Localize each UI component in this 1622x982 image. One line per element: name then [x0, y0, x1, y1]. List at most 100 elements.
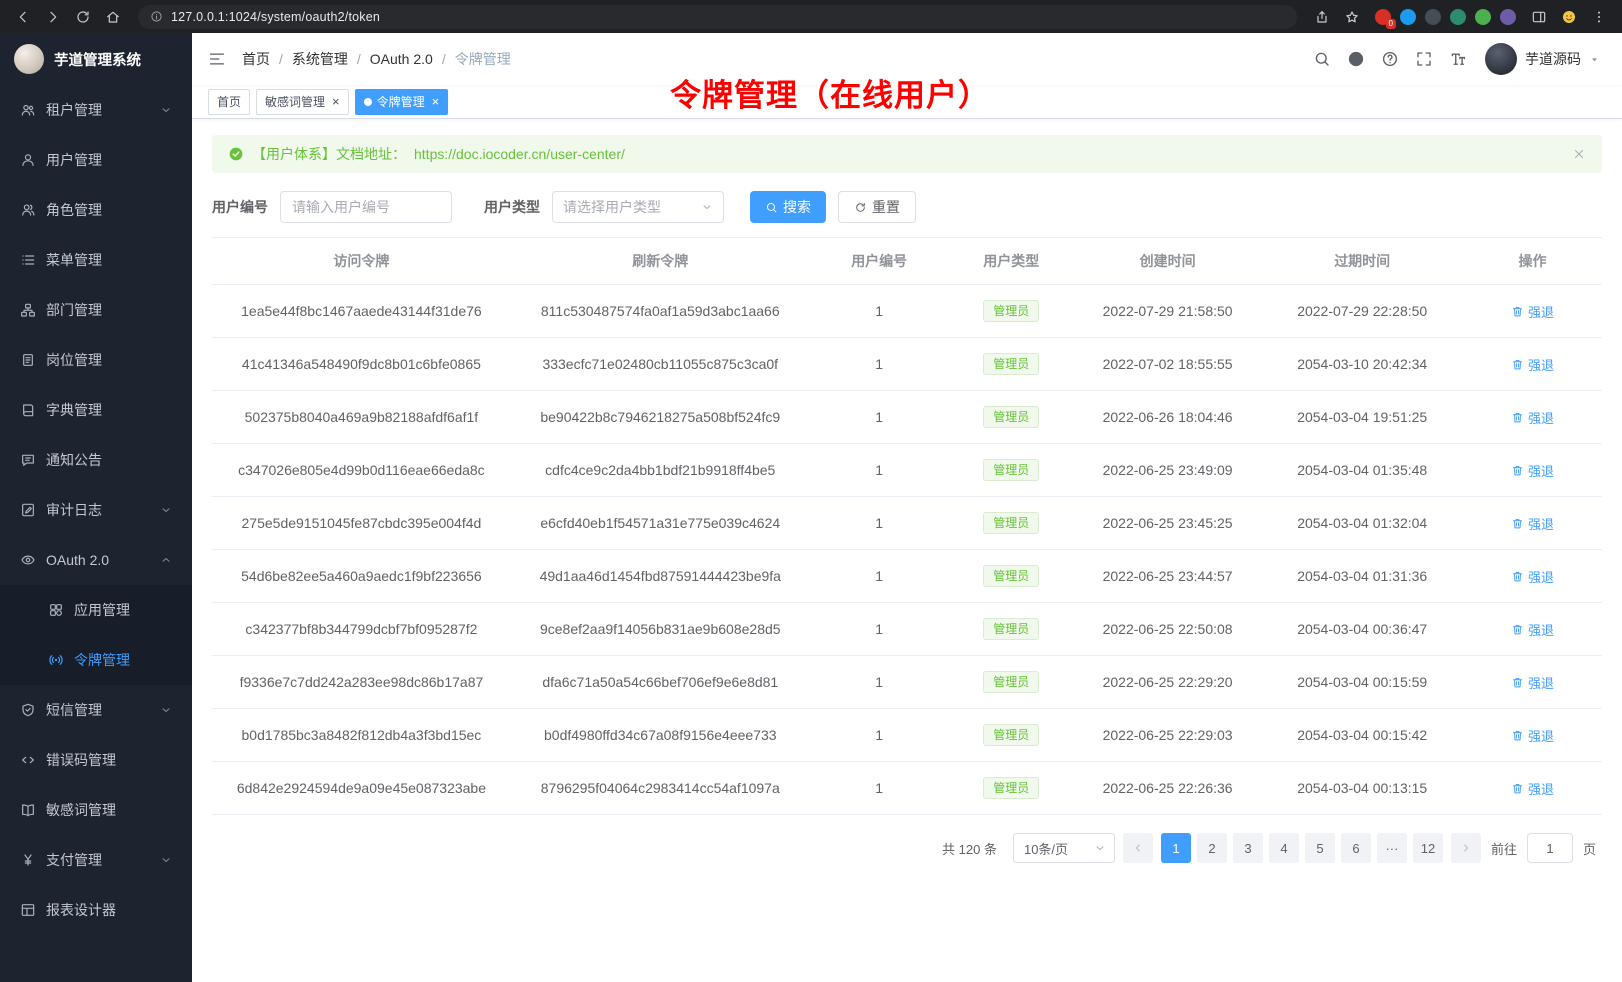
user-name: 芋道源码 [1525, 49, 1581, 69]
breadcrumb-item[interactable]: 首页 [242, 49, 270, 69]
cell-actions: 强退 [1463, 656, 1602, 709]
sidebar-item-oauth2-token[interactable]: 令牌管理 [0, 635, 192, 685]
share-button[interactable] [1309, 4, 1335, 30]
table-row: c342377bf8b344799dcbf7bf095287f29ce8ef2a… [212, 603, 1602, 656]
tab-sensitive-word[interactable]: 敏感词管理× [256, 89, 349, 115]
sidebar-item-dict[interactable]: 字典管理 [0, 385, 192, 435]
close-tab-icon[interactable]: × [432, 95, 440, 108]
page-button-3[interactable]: 3 [1233, 833, 1263, 863]
doc-link[interactable]: https://doc.iocoder.cn/user-center/ [414, 146, 625, 162]
chevron-down-icon [160, 704, 172, 716]
extension-icon[interactable] [1500, 9, 1516, 25]
force-logout-button[interactable]: 强退 [1511, 514, 1554, 533]
sidebar-item-sms[interactable]: 短信管理 [0, 685, 192, 735]
sidebar-item-oauth2[interactable]: OAuth 2.0 [0, 535, 192, 585]
sidebar-item-pay[interactable]: 支付管理 [0, 835, 192, 885]
sidebar-item-notice[interactable]: 通知公告 [0, 435, 192, 485]
force-logout-button[interactable]: 强退 [1511, 355, 1554, 374]
close-tab-icon[interactable]: × [332, 95, 340, 108]
force-logout-button[interactable]: 强退 [1511, 726, 1554, 745]
extension-icon[interactable]: 0 [1375, 9, 1391, 25]
user-type-badge: 管理员 [983, 353, 1039, 375]
cell-create-time: 2022-06-25 22:50:08 [1074, 603, 1262, 656]
cell-refresh-token: e6cfd40eb1f54571a31e775e039c4624 [511, 497, 810, 550]
sidebar-item-error-code[interactable]: 错误码管理 [0, 735, 192, 785]
sidebar-item-audit-log[interactable]: 审计日志 [0, 485, 192, 535]
user-menu[interactable]: 芋道源码 [1485, 43, 1600, 75]
force-logout-button[interactable]: 强退 [1511, 461, 1554, 480]
sms-icon [20, 702, 36, 718]
alert-close-icon[interactable] [1572, 147, 1586, 161]
prev-page-button[interactable] [1123, 833, 1153, 863]
sidebar-item-label: OAuth 2.0 [46, 552, 109, 568]
page-button-12[interactable]: 12 [1413, 833, 1443, 863]
force-logout-button[interactable]: 强退 [1511, 302, 1554, 321]
force-logout-button[interactable]: 强退 [1511, 408, 1554, 427]
address-bar[interactable]: 127.0.0.1:1024/system/oauth2/token [138, 5, 1297, 29]
page-button-2[interactable]: 2 [1197, 833, 1227, 863]
goto-page-input[interactable] [1527, 833, 1573, 863]
back-button[interactable] [10, 4, 36, 30]
force-logout-button[interactable]: 强退 [1511, 567, 1554, 586]
sidebar-item-post[interactable]: 岗位管理 [0, 335, 192, 385]
reset-button[interactable]: 重置 [838, 191, 916, 223]
force-logout-button[interactable]: 强退 [1511, 620, 1554, 639]
browser-chrome: 127.0.0.1:1024/system/oauth2/token 0 [0, 0, 1622, 33]
sidebar-item-report[interactable]: 报表设计器 [0, 885, 192, 935]
page-button-6[interactable]: 6 [1341, 833, 1371, 863]
extension-icon[interactable] [1475, 9, 1491, 25]
extension-icon[interactable] [1400, 9, 1416, 25]
table-row: c347026e805e4d99b0d116eae66eda8ccdfc4ce9… [212, 444, 1602, 497]
app-logo[interactable]: 芋道管理系统 [0, 33, 192, 85]
search-button[interactable]: 搜索 [750, 191, 826, 223]
user-type-select[interactable]: 请选择用户类型 [552, 191, 724, 223]
github-icon[interactable] [1347, 50, 1365, 68]
column-header: 用户编号 [810, 238, 949, 285]
sidebar-item-oauth2-app[interactable]: 应用管理 [0, 585, 192, 635]
breadcrumb-item[interactable]: 系统管理 [292, 49, 348, 69]
next-page-button[interactable] [1451, 833, 1481, 863]
tab-home[interactable]: 首页 [208, 89, 250, 115]
page-button-4[interactable]: 4 [1269, 833, 1299, 863]
sidebar-item-user[interactable]: 用户管理 [0, 135, 192, 185]
forward-button[interactable] [40, 4, 66, 30]
user-id-input[interactable] [280, 191, 452, 223]
star-button[interactable] [1339, 4, 1365, 30]
page-size-value: 10条/页 [1024, 839, 1068, 858]
menu-dots-button[interactable] [1586, 4, 1612, 30]
force-logout-button[interactable]: 强退 [1511, 779, 1554, 798]
split-view-button[interactable] [1526, 4, 1552, 30]
page-button-5[interactable]: 5 [1305, 833, 1335, 863]
cell-user-type: 管理员 [949, 391, 1074, 444]
home-button[interactable] [100, 4, 126, 30]
textsize-icon[interactable] [1449, 50, 1467, 68]
user-type-badge: 管理员 [983, 724, 1039, 746]
extension-icon[interactable] [1425, 9, 1441, 25]
pager-ellipsis[interactable]: ··· [1377, 833, 1407, 863]
sidebar-collapse-button[interactable] [208, 50, 226, 68]
sidebar-item-role[interactable]: 角色管理 [0, 185, 192, 235]
page-info-icon[interactable] [150, 10, 163, 23]
tab-oauth2-token[interactable]: 令牌管理× [355, 89, 449, 115]
reload-button[interactable] [70, 4, 96, 30]
page-suffix-label: 页 [1583, 839, 1596, 858]
cell-expire-time: 2022-07-29 22:28:50 [1261, 285, 1463, 338]
extension-icon[interactable] [1450, 9, 1466, 25]
sidebar-item-menu[interactable]: 菜单管理 [0, 235, 192, 285]
sidebar-item-tenant[interactable]: 租户管理 [0, 85, 192, 135]
cell-user-id: 1 [810, 285, 949, 338]
profile-smiley-button[interactable] [1556, 4, 1582, 30]
force-logout-button[interactable]: 强退 [1511, 673, 1554, 692]
sidebar-item-sensitive-word[interactable]: 敏感词管理 [0, 785, 192, 835]
fullscreen-icon[interactable] [1415, 50, 1433, 68]
help-icon[interactable] [1381, 50, 1399, 68]
breadcrumb-item[interactable]: OAuth 2.0 [370, 51, 433, 67]
page-content: 【用户体系】文档地址： https://doc.iocoder.cn/user-… [192, 119, 1622, 982]
extension-badge: 0 [1386, 19, 1396, 29]
user-avatar [1485, 43, 1517, 75]
search-icon[interactable] [1313, 50, 1331, 68]
page-button-1[interactable]: 1 [1161, 833, 1191, 863]
sidebar-item-dept[interactable]: 部门管理 [0, 285, 192, 335]
page-size-select[interactable]: 10条/页 [1013, 833, 1115, 863]
dept-icon [20, 302, 36, 318]
